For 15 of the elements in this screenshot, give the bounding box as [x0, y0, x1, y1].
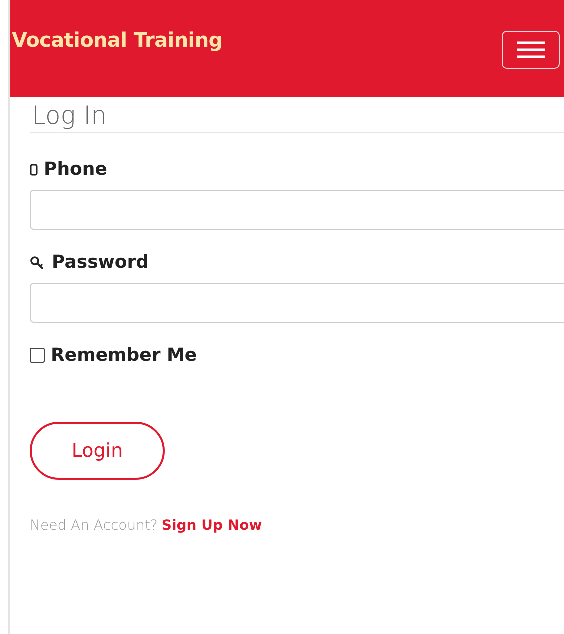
- brand-title: Vocational Training: [12, 28, 223, 52]
- key-icon: [30, 256, 46, 270]
- remember-checkbox[interactable]: [30, 348, 45, 363]
- menu-button[interactable]: [502, 31, 560, 69]
- checkbox-label: Remember Me: [51, 345, 198, 366]
- login-button[interactable]: Login: [30, 422, 165, 480]
- sign-up-link[interactable]: Sign Up Now: [162, 518, 262, 534]
- input-field[interactable]: [30, 190, 564, 230]
- field-label: Password: [52, 252, 150, 273]
- menu-icon: [516, 41, 546, 59]
- phone-icon: [30, 164, 38, 176]
- account-prompt: Need An Account?: [30, 518, 158, 534]
- input-field[interactable]: [30, 283, 564, 323]
- field-label: Phone: [44, 159, 108, 180]
- page-title: Log In: [30, 97, 564, 133]
